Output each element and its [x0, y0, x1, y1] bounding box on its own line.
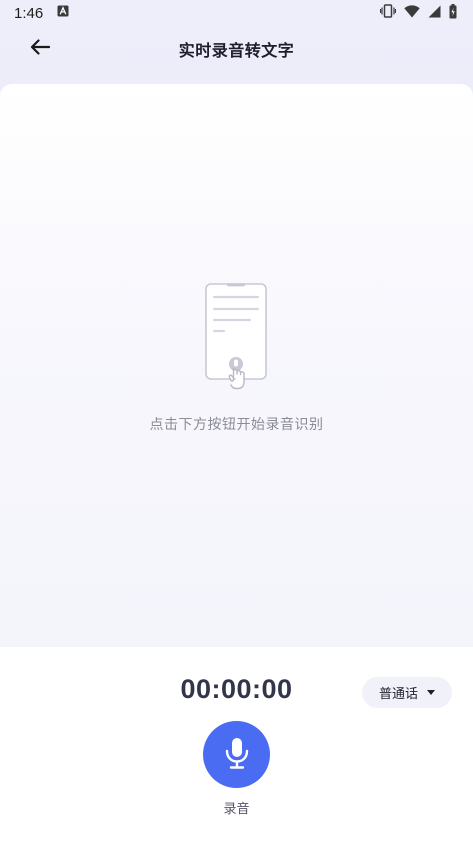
font-notification-icon: [57, 5, 69, 21]
record-button[interactable]: [203, 721, 270, 788]
wifi-icon: [404, 4, 420, 22]
page-title: 实时录音转文字: [178, 41, 295, 60]
back-button[interactable]: [24, 34, 56, 64]
language-label: 普通话: [378, 687, 418, 702]
arrow-left-icon: [30, 39, 51, 59]
phone-mic-tap-icon: [204, 282, 270, 394]
status-time: 1:46: [14, 4, 44, 22]
signal-icon: [428, 5, 441, 22]
caret-down-icon: [427, 690, 435, 695]
battery-icon: [449, 3, 457, 23]
vibrate-icon: [379, 4, 397, 22]
record-label: 录音: [223, 802, 250, 817]
microphone-icon: [224, 737, 250, 773]
app-bar: 实时录音转文字: [0, 26, 473, 72]
empty-state-hint: 点击下方按钮开始录音识别: [149, 417, 324, 433]
language-select[interactable]: 普通话: [362, 677, 452, 708]
status-bar: 1:46: [0, 0, 473, 26]
